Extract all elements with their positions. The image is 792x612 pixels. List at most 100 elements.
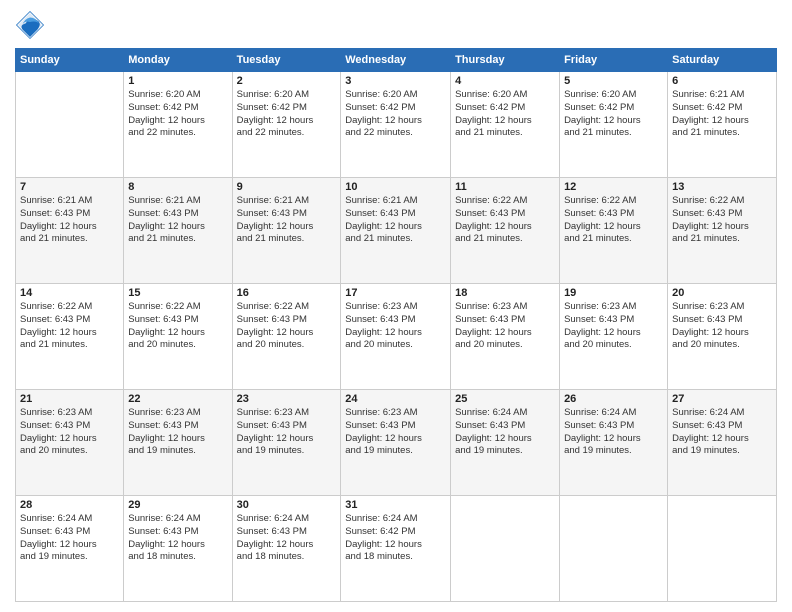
calendar-day-cell <box>451 496 560 602</box>
calendar-day-cell: 15 Sunrise: 6:22 AM Sunset: 6:43 PM Dayli… <box>124 284 232 390</box>
calendar-day-cell: 27 Sunrise: 6:24 AM Sunset: 6:43 PM Dayli… <box>668 390 777 496</box>
calendar-day-cell: 30 Sunrise: 6:24 AM Sunset: 6:43 PM Dayli… <box>232 496 341 602</box>
day-number: 31 <box>345 499 446 511</box>
calendar-day-header: Wednesday <box>341 49 451 72</box>
day-number: 22 <box>128 393 227 405</box>
calendar-day-cell: 5Sunrise: 6:20 AM Sunset: 6:42 PM Daylig… <box>560 72 668 178</box>
day-number: 28 <box>20 499 119 511</box>
day-number: 14 <box>20 287 119 299</box>
calendar-day-cell: 1 Sunrise: 6:20 AM Sunset: 6:42 PM Daylig… <box>124 72 232 178</box>
day-info: Sunrise: 6:23 AM Sunset: 6:43 PM Dayligh… <box>237 407 337 458</box>
day-info: Sunrise: 6:22 AM Sunset: 6:43 PM Dayligh… <box>564 195 663 246</box>
day-info: Sunrise: 6:20 AM Sunset: 6:42 PM Dayligh… <box>455 89 555 140</box>
day-info: Sunrise: 6:24 AM Sunset: 6:43 PM Dayligh… <box>455 407 555 458</box>
calendar-week-row: 14 Sunrise: 6:22 AM Sunset: 6:43 PM Dayli… <box>16 284 777 390</box>
calendar-day-header: Friday <box>560 49 668 72</box>
calendar-day-cell: 11 Sunrise: 6:22 AM Sunset: 6:43 PM Dayli… <box>451 178 560 284</box>
day-number: 13 <box>672 181 772 193</box>
day-info: Sunrise: 6:24 AM Sunset: 6:43 PM Dayligh… <box>672 407 772 458</box>
calendar-day-cell: 7Sunrise: 6:21 AM Sunset: 6:43 PM Daylig… <box>16 178 124 284</box>
day-number: 12 <box>564 181 663 193</box>
calendar-day-cell: 21Sunrise: 6:23 AM Sunset: 6:43 PM Dayli… <box>16 390 124 496</box>
calendar-day-cell: 2Sunrise: 6:20 AM Sunset: 6:42 PM Daylig… <box>232 72 341 178</box>
calendar-day-cell: 29 Sunrise: 6:24 AM Sunset: 6:43 PM Dayli… <box>124 496 232 602</box>
day-number: 18 <box>455 287 555 299</box>
calendar-week-row: 7 Sunrise: 6:21 AM Sunset: 6:43 PM Daylig… <box>16 178 777 284</box>
day-info: Sunrise: 6:21 AM Sunset: 6:43 PM Dayligh… <box>345 195 446 246</box>
day-info: Sunrise: 6:22 AM Sunset: 6:43 PM Dayligh… <box>672 195 772 246</box>
day-number: 1 <box>128 75 227 87</box>
page: SundayMondayTuesdayWednesdayThursdayFrid… <box>0 0 792 612</box>
calendar-day-cell <box>560 496 668 602</box>
day-number: 2 <box>237 75 337 87</box>
day-info: Sunrise: 6:21 AM Sunset: 6:43 PM Dayligh… <box>128 195 227 246</box>
calendar-week-row: 21 Sunrise: 6:23 AM Sunset: 6:43 PM Dayli… <box>16 390 777 496</box>
day-number: 30 <box>237 499 337 511</box>
calendar-day-cell: 25 Sunrise: 6:24 AM Sunset: 6:43 PM Dayli… <box>451 390 560 496</box>
calendar-day-header: Sunday <box>16 49 124 72</box>
calendar-day-cell: 6 Sunrise: 6:21 AM Sunset: 6:42 PM Daylig… <box>668 72 777 178</box>
day-number: 15 <box>128 287 227 299</box>
day-info: Sunrise: 6:22 AM Sunset: 6:43 PM Dayligh… <box>237 301 337 352</box>
calendar-day-cell: 14 Sunrise: 6:22 AM Sunset: 6:43 PM Dayli… <box>16 284 124 390</box>
day-number: 25 <box>455 393 555 405</box>
calendar-day-cell: 22 Sunrise: 6:23 AM Sunset: 6:43 PM Dayli… <box>124 390 232 496</box>
day-info: Sunrise: 6:24 AM Sunset: 6:42 PM Dayligh… <box>345 513 446 564</box>
calendar-day-cell: 10 Sunrise: 6:21 AM Sunset: 6:43 PM Dayli… <box>341 178 451 284</box>
day-number: 29 <box>128 499 227 511</box>
day-number: 23 <box>237 393 337 405</box>
calendar-week-row: 1 Sunrise: 6:20 AM Sunset: 6:42 PM Daylig… <box>16 72 777 178</box>
calendar-day-cell: 12 Sunrise: 6:22 AM Sunset: 6:43 PM Dayli… <box>560 178 668 284</box>
header <box>15 10 777 40</box>
day-number: 24 <box>345 393 446 405</box>
day-info: Sunrise: 6:24 AM Sunset: 6:43 PM Dayligh… <box>128 513 227 564</box>
day-info: Sunrise: 6:23 AM Sunset: 6:43 PM Dayligh… <box>128 407 227 458</box>
day-info: Sunrise: 6:22 AM Sunset: 6:43 PM Dayligh… <box>128 301 227 352</box>
day-info: Sunrise: 6:21 AM Sunset: 6:42 PM Dayligh… <box>672 89 772 140</box>
calendar-header-row: SundayMondayTuesdayWednesdayThursdayFrid… <box>16 49 777 72</box>
calendar-day-header: Tuesday <box>232 49 341 72</box>
day-number: 9 <box>237 181 337 193</box>
calendar-day-cell: 3Sunrise: 6:20 AM Sunset: 6:42 PM Daylig… <box>341 72 451 178</box>
calendar-table: SundayMondayTuesdayWednesdayThursdayFrid… <box>15 48 777 602</box>
calendar-day-cell: 24 Sunrise: 6:23 AM Sunset: 6:43 PM Dayli… <box>341 390 451 496</box>
calendar-day-cell: 28Sunrise: 6:24 AM Sunset: 6:43 PM Dayli… <box>16 496 124 602</box>
logo <box>15 10 49 40</box>
day-number: 26 <box>564 393 663 405</box>
day-number: 3 <box>345 75 446 87</box>
calendar-day-cell: 31 Sunrise: 6:24 AM Sunset: 6:42 PM Dayli… <box>341 496 451 602</box>
day-info: Sunrise: 6:23 AM Sunset: 6:43 PM Dayligh… <box>455 301 555 352</box>
day-info: Sunrise: 6:22 AM Sunset: 6:43 PM Dayligh… <box>20 301 119 352</box>
day-number: 27 <box>672 393 772 405</box>
calendar-day-header: Thursday <box>451 49 560 72</box>
day-number: 8 <box>128 181 227 193</box>
day-number: 11 <box>455 181 555 193</box>
calendar-day-cell: 19 Sunrise: 6:23 AM Sunset: 6:43 PM Dayli… <box>560 284 668 390</box>
day-number: 10 <box>345 181 446 193</box>
day-number: 7 <box>20 181 119 193</box>
day-info: Sunrise: 6:23 AM Sunset: 6:43 PM Dayligh… <box>564 301 663 352</box>
day-number: 21 <box>20 393 119 405</box>
calendar-day-cell <box>668 496 777 602</box>
day-info: Sunrise: 6:24 AM Sunset: 6:43 PM Dayligh… <box>237 513 337 564</box>
calendar-day-cell: 4 Sunrise: 6:20 AM Sunset: 6:42 PM Daylig… <box>451 72 560 178</box>
calendar-day-cell: 18 Sunrise: 6:23 AM Sunset: 6:43 PM Dayli… <box>451 284 560 390</box>
day-info: Sunrise: 6:23 AM Sunset: 6:43 PM Dayligh… <box>672 301 772 352</box>
day-info: Sunrise: 6:24 AM Sunset: 6:43 PM Dayligh… <box>564 407 663 458</box>
day-number: 19 <box>564 287 663 299</box>
calendar-day-header: Monday <box>124 49 232 72</box>
day-info: Sunrise: 6:22 AM Sunset: 6:43 PM Dayligh… <box>455 195 555 246</box>
calendar-day-cell: 13 Sunrise: 6:22 AM Sunset: 6:43 PM Dayli… <box>668 178 777 284</box>
calendar-day-cell: 23 Sunrise: 6:23 AM Sunset: 6:43 PM Dayli… <box>232 390 341 496</box>
calendar-day-cell: 26 Sunrise: 6:24 AM Sunset: 6:43 PM Dayli… <box>560 390 668 496</box>
calendar-day-cell: 9Sunrise: 6:21 AM Sunset: 6:43 PM Daylig… <box>232 178 341 284</box>
logo-icon <box>15 10 45 40</box>
calendar-day-cell: 20 Sunrise: 6:23 AM Sunset: 6:43 PM Dayli… <box>668 284 777 390</box>
calendar-day-cell: 8 Sunrise: 6:21 AM Sunset: 6:43 PM Daylig… <box>124 178 232 284</box>
day-info: Sunrise: 6:20 AM Sunset: 6:42 PM Dayligh… <box>128 89 227 140</box>
day-info: Sunrise: 6:23 AM Sunset: 6:43 PM Dayligh… <box>345 407 446 458</box>
day-number: 20 <box>672 287 772 299</box>
day-number: 6 <box>672 75 772 87</box>
day-info: Sunrise: 6:23 AM Sunset: 6:43 PM Dayligh… <box>345 301 446 352</box>
day-number: 4 <box>455 75 555 87</box>
